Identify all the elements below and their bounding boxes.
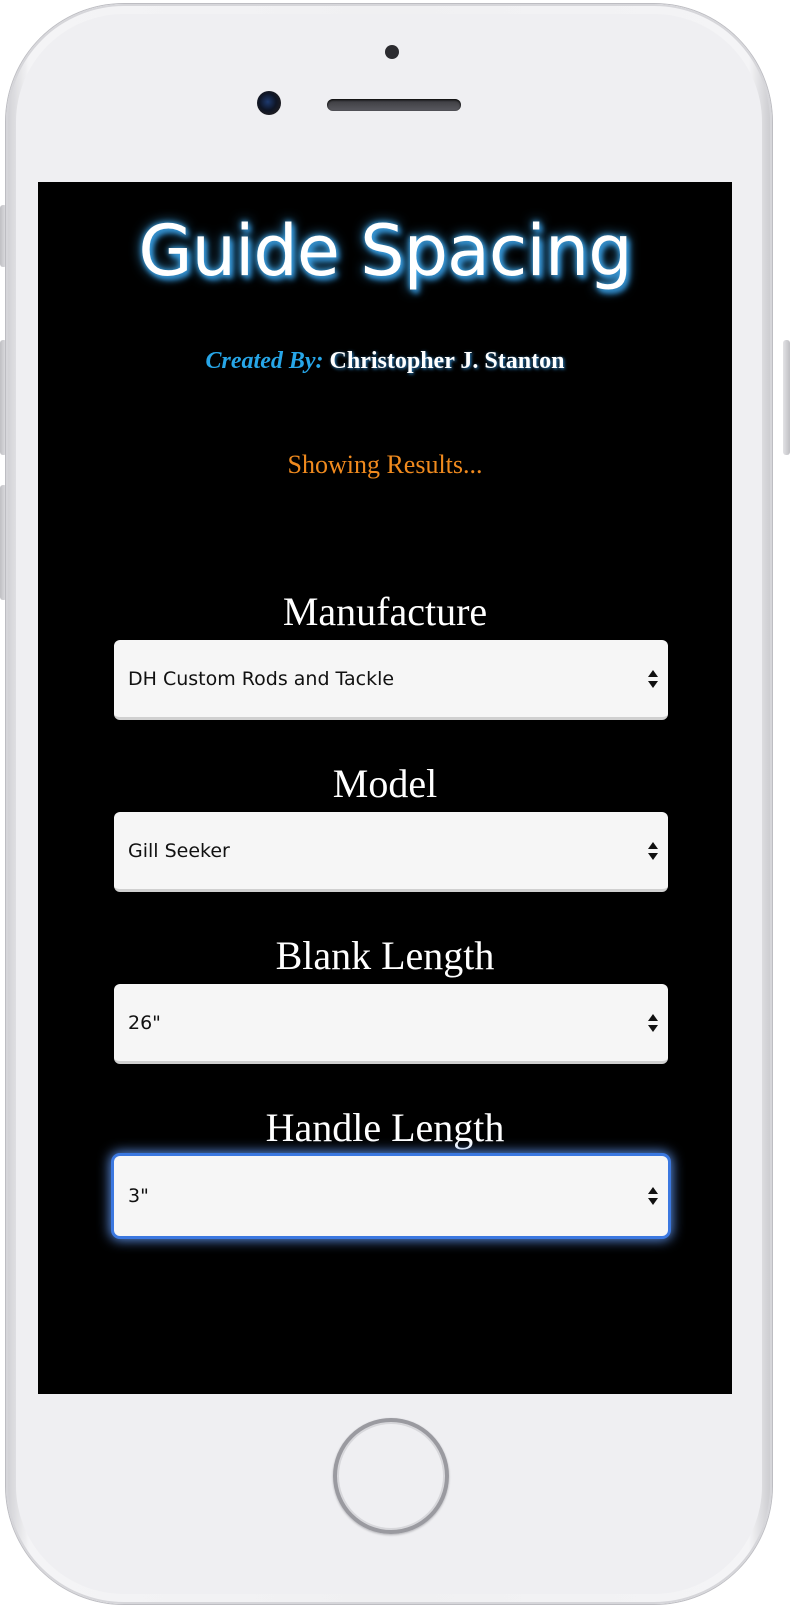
earpiece-speaker [327, 99, 461, 111]
handle-length-select[interactable]: 3" [114, 1156, 668, 1236]
handle-length-select-value: 3" [128, 1185, 149, 1207]
app-screen: Guide Spacing Created By: Christopher J.… [38, 182, 732, 1394]
credit-name: Christopher J. Stanton [329, 348, 565, 374]
model-select[interactable]: Gill Seeker [114, 812, 668, 892]
power-button [783, 340, 790, 455]
model-label: Model [332, 761, 438, 806]
app-title: Guide Spacing [138, 210, 632, 292]
blank-length-label: Blank Length [275, 933, 495, 978]
up-down-chevron-icon [648, 841, 658, 861]
blank-length-select[interactable]: 26" [114, 984, 668, 1064]
device-frame: Guide Spacing Created By: Christopher J.… [0, 0, 790, 1611]
credit-line: Created By: Christopher J. Stanton [38, 348, 732, 375]
manufacture-label: Manufacture [282, 589, 488, 634]
model-select-value: Gill Seeker [128, 839, 230, 862]
status-text: Showing Results... [287, 450, 483, 479]
up-down-chevron-icon [648, 1013, 658, 1033]
manufacture-select-value: DH Custom Rods and Tackle [128, 667, 395, 690]
proximity-sensor [385, 45, 399, 59]
front-camera-icon [257, 91, 281, 115]
home-button[interactable] [333, 1418, 449, 1534]
blank-length-select-value: 26" [128, 1011, 161, 1034]
handle-length-label: Handle Length [265, 1105, 505, 1150]
credit-prefix: Created By: [205, 348, 324, 374]
up-down-chevron-icon [648, 1186, 658, 1206]
manufacture-select[interactable]: DH Custom Rods and Tackle [114, 640, 668, 720]
up-down-chevron-icon [648, 669, 658, 689]
